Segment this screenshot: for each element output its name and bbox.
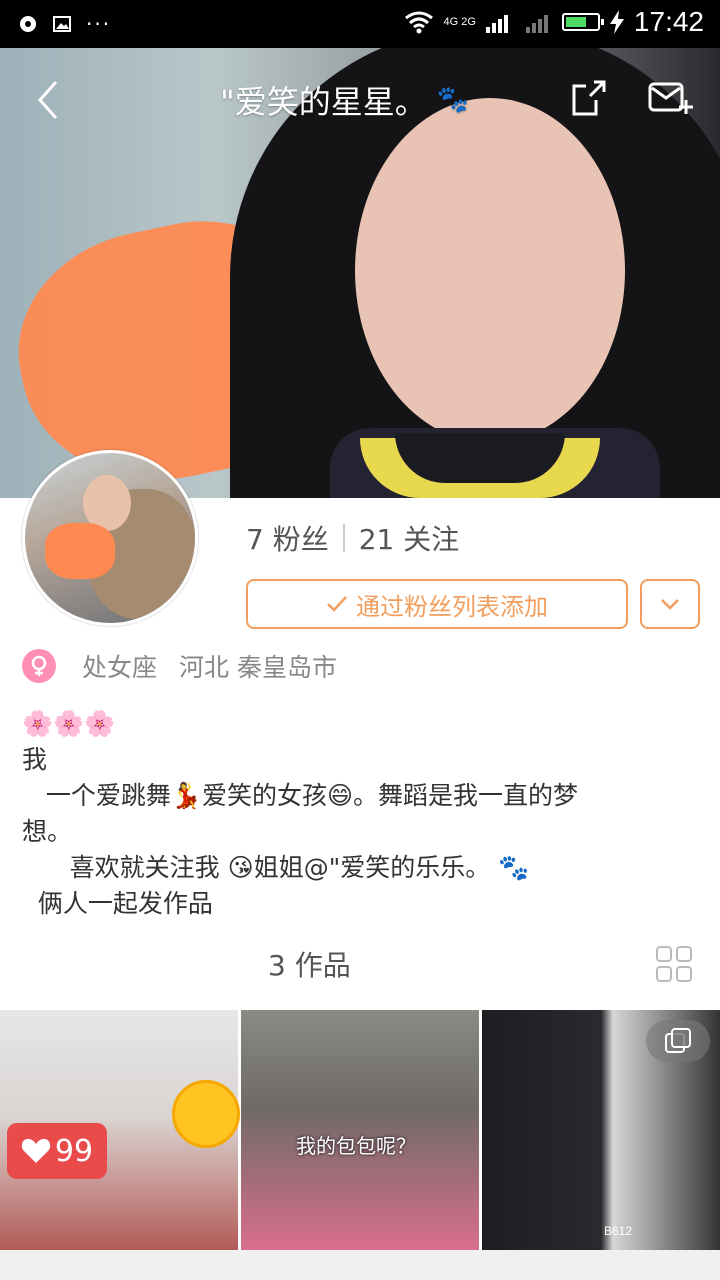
battery-icon [561,13,604,31]
bio-line: 俩人一起发作品 [22,889,213,918]
multi-photo-badge [646,1020,710,1062]
page-title: "爱笑的星星。 🐾 [220,80,470,121]
charging-icon [609,10,624,34]
check-icon [327,596,347,612]
network-type: 4G 2G [443,15,476,28]
works-count: 3 作品 [268,949,351,982]
bio-line[interactable]: 喜欢就关注我 😘姐姐@"爱笑的乐乐。 🐾 [22,850,702,886]
sun-sticker-icon [172,1080,240,1148]
image-icon [53,16,71,32]
status-time: 17:42 [633,6,704,37]
fans-count[interactable]: 7 粉丝 [246,518,329,558]
following-count[interactable]: 21 关注 [359,518,460,558]
counts-divider [342,524,345,552]
status-notifications: ··· [18,12,111,36]
follow-button-label: 通过粉丝列表添加 [356,592,548,621]
like-count: 99 [54,1133,94,1169]
bio-line: 🌸🌸🌸 [22,709,116,738]
bio-line: 想。 [22,817,73,846]
back-button[interactable] [28,78,68,122]
message-button[interactable] [648,80,694,116]
user-nickname: "爱笑的星星。 [220,83,427,121]
mail-plus-icon [648,82,693,114]
location: 河北 秦皇岛市 [179,653,337,682]
chevron-left-icon [37,81,58,119]
app-watermark: B612 [604,1224,633,1238]
more-options-button[interactable] [640,579,700,629]
more-notifications-icon: ··· [86,12,112,36]
heart-icon [21,1138,51,1163]
zodiac: 处女座 [82,653,158,682]
bio-line: 我 [22,745,48,774]
bio-line: 一个爱跳舞💃爱笑的女孩😄。舞蹈是我一直的梦 [22,781,579,810]
wifi-icon [404,11,433,34]
like-badge: 99 [7,1123,107,1179]
follow-button[interactable]: 通过粉丝列表添加 [246,579,628,629]
status-bar: ··· 4G 2G 17:42 [0,0,720,48]
music-icon [20,16,36,32]
grid-icon [656,946,692,982]
status-system: 4G 2G 17:42 [404,6,704,38]
grid-view-toggle[interactable] [656,946,692,982]
avatar[interactable] [22,450,198,626]
chevron-down-icon [661,599,679,610]
share-button[interactable] [570,78,610,118]
profile-counts: 7 粉丝 21 关注 [246,518,459,558]
female-gender-icon [22,649,56,683]
bottom-strip [0,1250,720,1280]
multi-image-icon [665,1028,691,1053]
signal-2-icon [525,15,548,33]
work-caption: 我的包包呢？ [296,1134,416,1158]
share-icon [572,80,606,116]
profile-info: 处女座 河北 秦皇岛市 [22,648,337,684]
bio: 🌸🌸🌸 我 一个爱跳舞💃爱笑的女孩😄。舞蹈是我一直的梦 想。 喜欢就关注我 😘姐… [22,706,702,922]
paw-emoji: 🐾 [436,85,470,115]
signal-icon [485,15,508,33]
